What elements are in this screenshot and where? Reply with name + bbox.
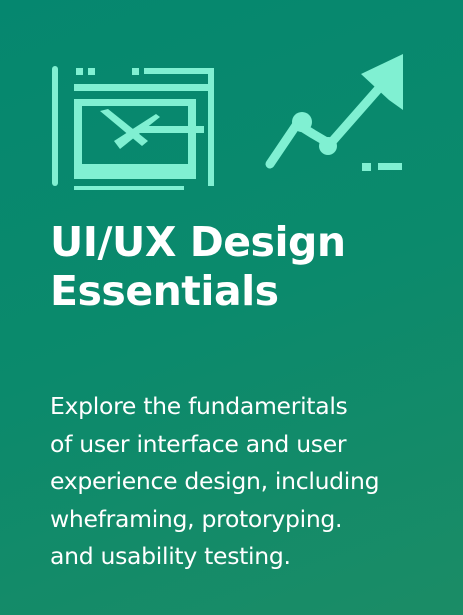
card-title: UI/UX Design Essentials [50, 218, 346, 316]
wireframe-icon [52, 66, 214, 190]
growth-chart-icon [265, 54, 403, 171]
title-line: UI/UX Design [50, 218, 346, 266]
description-line: and usability testing. [50, 542, 291, 570]
description-line: experience design, including [50, 467, 380, 495]
title-line: Essentials [50, 267, 279, 315]
description-line: wheframing, protoryping. [50, 504, 343, 533]
description-line: Explore the fundameritals [50, 392, 348, 420]
card-description: Explore the fundameritals of user interf… [50, 388, 460, 576]
description-line: of user interface and user [50, 429, 347, 458]
